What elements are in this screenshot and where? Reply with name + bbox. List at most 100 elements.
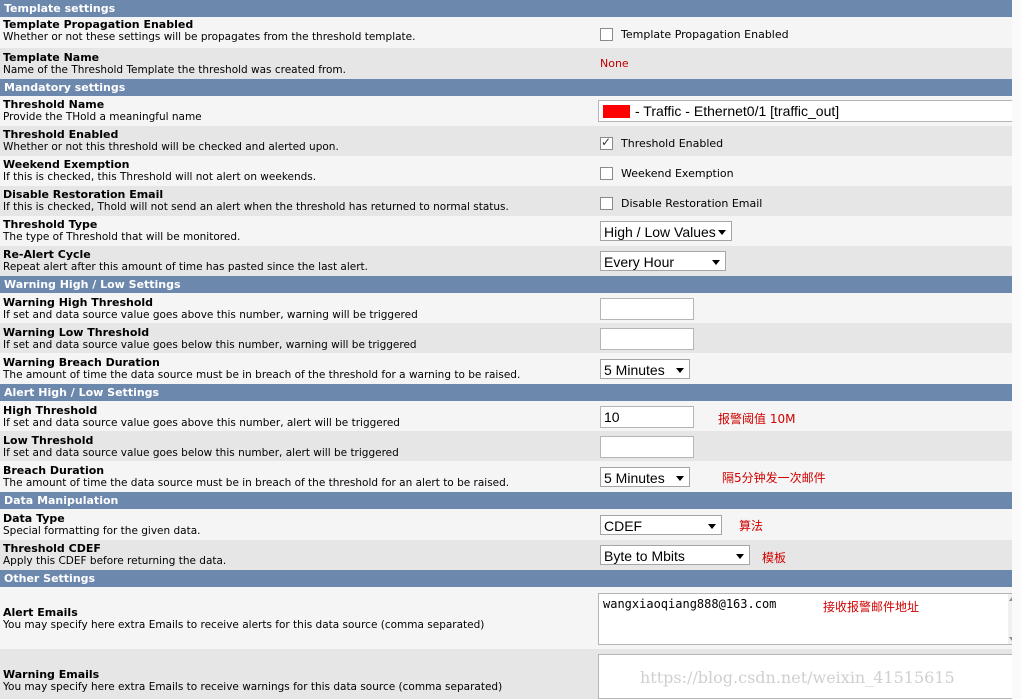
row-title: Threshold Type xyxy=(3,218,98,231)
threshold-enabled-checkbox[interactable] xyxy=(600,135,613,150)
checkbox-label: Threshold Enabled xyxy=(621,136,724,150)
row-warning-low: Warning Low Threshold If set and data so… xyxy=(0,323,1021,353)
row-title: Threshold Name xyxy=(3,98,105,111)
row-disable-restoration: Disable Restoration Email If this is che… xyxy=(0,186,1021,216)
row-title: Warning Breach Duration xyxy=(3,356,160,369)
row-high-threshold: High Threshold If set and data source va… xyxy=(0,401,1021,431)
page-scrollbar[interactable] xyxy=(1012,0,1021,699)
disable-restoration-checkbox[interactable] xyxy=(600,196,613,210)
row-threshold-cdef: Threshold CDEF Apply this CDEF before re… xyxy=(0,540,1021,570)
row-description: Apply this CDEF before returning the dat… xyxy=(3,555,227,567)
row-title: Re-Alert Cycle xyxy=(3,248,91,261)
row-title: High Threshold xyxy=(3,404,98,417)
chevron-down-icon xyxy=(676,368,684,373)
row-description: If set and data source value goes above … xyxy=(3,417,400,429)
row-description: Whether or not this threshold will be ch… xyxy=(3,141,339,153)
row-template-propagation: Template Propagation Enabled Whether or … xyxy=(0,17,1021,48)
row-description: Repeat alert after this amount of time h… xyxy=(3,261,369,273)
row-description: The amount of time the data source must … xyxy=(3,477,510,489)
row-title: Threshold Enabled xyxy=(3,128,119,141)
checkbox-label: Disable Restoration Email xyxy=(621,196,763,210)
warning-breach-select[interactable]: 5 Minutes xyxy=(600,359,690,379)
chevron-down-icon xyxy=(718,230,726,235)
row-description: If this is checked, Thold will not send … xyxy=(3,201,509,213)
row-warning-breach: Warning Breach Duration The amount of ti… xyxy=(0,353,1021,384)
annotation-note: 算法 xyxy=(739,519,764,533)
row-title: Template Name xyxy=(3,51,100,64)
row-description: Name of the Threshold Template the thres… xyxy=(3,64,346,76)
row-title: Warning Emails xyxy=(3,668,100,681)
row-description: The amount of time the data source must … xyxy=(3,369,521,381)
watermark-text: https://blog.csdn.net/weixin_41515615 xyxy=(640,668,955,687)
select-value: 5 Minutes xyxy=(604,362,665,378)
row-title: Weekend Exemption xyxy=(3,158,130,171)
row-title: Warning Low Threshold xyxy=(3,326,150,339)
row-title: Alert Emails xyxy=(3,606,78,619)
row-template-name: Template Name Name of the Threshold Temp… xyxy=(0,48,1021,79)
row-description: If set and data source value goes above … xyxy=(3,309,418,321)
chevron-down-icon xyxy=(712,260,720,265)
row-description: You may specify here extra Emails to rec… xyxy=(3,619,485,631)
alert-emails-textarea[interactable]: wangxiaoqiang888@163.com xyxy=(598,593,1018,645)
chevron-down-icon xyxy=(708,524,716,529)
color-swatch xyxy=(603,105,630,118)
section-warning-settings: Warning High / Low Settings xyxy=(0,276,1021,293)
textarea-value: wangxiaoqiang888@163.com xyxy=(603,597,777,611)
low-threshold-input[interactable] xyxy=(600,436,694,458)
row-description: Whether or not these settings will be pr… xyxy=(3,31,416,43)
annotation-note: 隔5分钟发一次邮件 xyxy=(722,471,826,485)
warning-low-input[interactable] xyxy=(600,328,694,350)
template-propagation-checkbox[interactable] xyxy=(600,27,613,41)
threshold-type-select[interactable]: High / Low Values xyxy=(600,221,732,241)
checkbox-label: Weekend Exemption xyxy=(621,166,734,180)
threshold-name-input[interactable]: - Traffic - Ethernet0/1 [traffic_out] xyxy=(598,100,1021,122)
select-value: 5 Minutes xyxy=(604,470,665,486)
section-template-settings: Template settings xyxy=(0,0,1021,17)
section-other-settings: Other Settings xyxy=(0,570,1021,587)
row-title: Threshold CDEF xyxy=(3,542,101,555)
breach-duration-select[interactable]: 5 Minutes xyxy=(600,467,690,487)
row-description: The type of Threshold that will be monit… xyxy=(3,231,241,243)
template-name-value: None xyxy=(600,57,629,70)
annotation-note: 接收报警邮件地址 xyxy=(823,600,920,614)
threshold-cdef-select[interactable]: Byte to Mbits xyxy=(600,545,750,565)
chevron-down-icon xyxy=(676,476,684,481)
row-data-type: Data Type Special formatting for the giv… xyxy=(0,509,1021,540)
row-title: Breach Duration xyxy=(3,464,105,477)
row-breach-duration: Breach Duration The amount of time the d… xyxy=(0,461,1021,492)
section-alert-settings: Alert High / Low Settings xyxy=(0,384,1021,401)
row-threshold-name: Threshold Name Provide the THold a meani… xyxy=(0,96,1021,126)
checkbox-label: Template Propagation Enabled xyxy=(621,27,789,41)
section-mandatory-settings: Mandatory settings xyxy=(0,79,1021,96)
row-alert-emails: Alert Emails You may specify here extra … xyxy=(0,587,1021,649)
row-description: If set and data source value goes below … xyxy=(3,447,399,459)
row-title: Data Type xyxy=(3,512,65,525)
chevron-down-icon xyxy=(736,554,744,559)
row-description: If set and data source value goes below … xyxy=(3,339,417,351)
data-type-select[interactable]: CDEF xyxy=(600,515,722,535)
row-threshold-enabled: Threshold Enabled Whether or not this th… xyxy=(0,126,1021,156)
select-value: High / Low Values xyxy=(604,224,716,240)
row-title: Template Propagation Enabled xyxy=(3,18,194,31)
annotation-note: 模板 xyxy=(762,551,787,565)
select-value: Byte to Mbits xyxy=(604,548,685,564)
row-description: Provide the THold a meaningful name xyxy=(3,111,202,123)
warning-high-input[interactable] xyxy=(600,298,694,320)
row-description: Special formatting for the given data. xyxy=(3,525,201,537)
row-weekend-exemption: Weekend Exemption If this is checked, th… xyxy=(0,156,1021,186)
row-title: Warning High Threshold xyxy=(3,296,154,309)
row-title: Low Threshold xyxy=(3,434,94,447)
row-threshold-type: Threshold Type The type of Threshold tha… xyxy=(0,216,1021,246)
high-threshold-input[interactable]: 10 xyxy=(600,406,694,428)
threshold-name-text: - Traffic - Ethernet0/1 [traffic_out] xyxy=(635,103,840,119)
select-value: CDEF xyxy=(604,518,643,534)
row-warning-high: Warning High Threshold If set and data s… xyxy=(0,293,1021,323)
weekend-exemption-checkbox[interactable] xyxy=(600,166,613,180)
realert-cycle-select[interactable]: Every Hour xyxy=(600,251,726,271)
row-title: Disable Restoration Email xyxy=(3,188,164,201)
row-low-threshold: Low Threshold If set and data source val… xyxy=(0,431,1021,461)
row-description: If this is checked, this Threshold will … xyxy=(3,171,317,183)
select-value: Every Hour xyxy=(604,254,675,270)
section-data-manipulation: Data Manipulation xyxy=(0,492,1021,509)
annotation-note: 报警阈值 10M xyxy=(718,412,796,426)
